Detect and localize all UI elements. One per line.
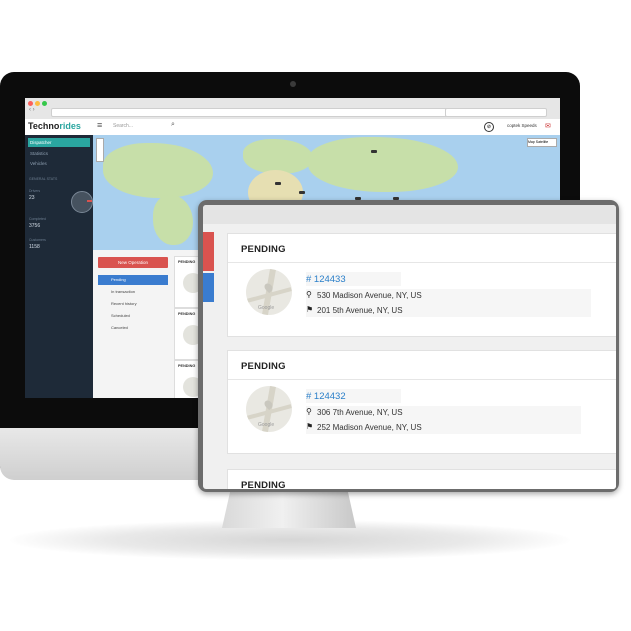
- filter-in-transaction[interactable]: In transaction: [98, 287, 168, 297]
- section-label: GENERAL STATS: [29, 177, 58, 181]
- maximize-window-icon[interactable]: [42, 101, 47, 106]
- map-thumbnail[interactable]: Google: [246, 386, 292, 432]
- filter-scheduled[interactable]: Scheduled: [98, 311, 168, 321]
- europe-landmass: [243, 139, 313, 174]
- sidebar-item-statistics[interactable]: Statistics: [28, 149, 90, 158]
- order-status: PENDING: [241, 244, 286, 255]
- map-zoom-control[interactable]: [96, 138, 104, 162]
- location-pin-icon: ⚲: [306, 290, 312, 299]
- south-america-landmass: [153, 195, 193, 245]
- new-operation-button-edge[interactable]: [203, 232, 214, 271]
- zoom-overlay-screen: PENDING Google # 124433 ⚲ 530 Madison Av…: [203, 205, 616, 489]
- search-icon[interactable]: ⌕: [171, 121, 175, 129]
- sidebar: Dispatcher Statistics Vehicles GENERAL S…: [25, 135, 93, 398]
- close-window-icon[interactable]: [28, 101, 33, 106]
- filter-pending[interactable]: Pending: [98, 275, 168, 285]
- logo-accent: rides: [59, 121, 81, 131]
- browser-search-field[interactable]: [445, 108, 547, 117]
- stat-value: 3756: [29, 223, 41, 229]
- location-pin-icon: ⚲: [306, 407, 312, 416]
- minimize-window-icon[interactable]: [35, 101, 40, 106]
- map-watermark: Google: [258, 422, 275, 428]
- divider: [228, 379, 616, 380]
- car-icon[interactable]: [275, 182, 281, 185]
- filter-canceled[interactable]: Canceled: [98, 323, 168, 333]
- order-card[interactable]: PENDING Google # 124433 ⚲ 530 Madison Av…: [227, 233, 616, 337]
- logo[interactable]: Technorides: [28, 121, 81, 131]
- mini-card-status: PENDING: [178, 364, 196, 368]
- stat-label: Drivers: [29, 189, 41, 193]
- stats-gauge: [71, 191, 93, 213]
- car-icon[interactable]: [371, 150, 377, 153]
- overlay-top-bar: [203, 205, 616, 224]
- url-bar[interactable]: [51, 108, 463, 117]
- flag-icon: ⚑: [306, 305, 314, 314]
- back-icon[interactable]: ‹ ›: [29, 107, 35, 113]
- logo-main: Techno: [28, 121, 60, 131]
- dropoff-address: 252 Madison Avenue, NY, US: [317, 423, 422, 432]
- flag-icon: ⚑: [306, 422, 314, 431]
- pending-filter-edge[interactable]: [203, 273, 214, 302]
- sidebar-item-dispatcher[interactable]: Dispatcher: [28, 138, 90, 147]
- search-input[interactable]: Search...: [113, 123, 133, 129]
- sidebar-item-vehicles[interactable]: Vehicles: [28, 159, 90, 168]
- map-type-control[interactable]: Map Satellite: [527, 138, 557, 147]
- pickup-address: 530 Madison Avenue, NY, US: [317, 291, 422, 300]
- user-menu[interactable]: coptek Speeds: [507, 123, 537, 128]
- browser-chrome: ‹ ›: [25, 98, 560, 120]
- gauge-marker: [87, 200, 92, 202]
- stat-value: 1158: [29, 244, 40, 250]
- order-status: PENDING: [241, 361, 286, 372]
- asia-landmass: [308, 137, 458, 192]
- hamburger-menu-icon[interactable]: ≡: [97, 120, 102, 130]
- order-card[interactable]: PENDING Google # 124432 ⚲ 306 7th Avenue…: [227, 350, 616, 454]
- order-id-link[interactable]: # 124432: [306, 391, 346, 402]
- stat-label: Customers: [29, 238, 46, 242]
- dropoff-address: 201 5th Avenue, NY, US: [317, 306, 403, 315]
- app-header: Technorides ≡ Search... ⌕ ⊘ coptek Speed…: [25, 119, 560, 136]
- mini-card-status: PENDING: [178, 312, 196, 316]
- camera-icon: [290, 81, 296, 87]
- divider: [228, 262, 616, 263]
- filter-recent-history[interactable]: Recent history: [98, 299, 168, 309]
- pickup-address: 306 7th Avenue, NY, US: [317, 408, 403, 417]
- map-thumbnail[interactable]: Google: [246, 269, 292, 315]
- north-america-landmass: [103, 143, 213, 198]
- stat-value: 23: [29, 195, 35, 201]
- order-id-link[interactable]: # 124433: [306, 274, 346, 285]
- mini-card-status: PENDING: [178, 260, 196, 264]
- new-operation-button[interactable]: New Operation: [98, 257, 168, 268]
- car-icon[interactable]: [299, 191, 305, 194]
- notifications-icon[interactable]: ✉: [545, 122, 551, 130]
- order-status: PENDING: [241, 480, 286, 489]
- map-watermark: Google: [258, 305, 275, 311]
- compass-icon[interactable]: ⊘: [484, 122, 494, 132]
- stat-label: Completed: [29, 217, 46, 221]
- order-card[interactable]: PENDING: [227, 469, 616, 489]
